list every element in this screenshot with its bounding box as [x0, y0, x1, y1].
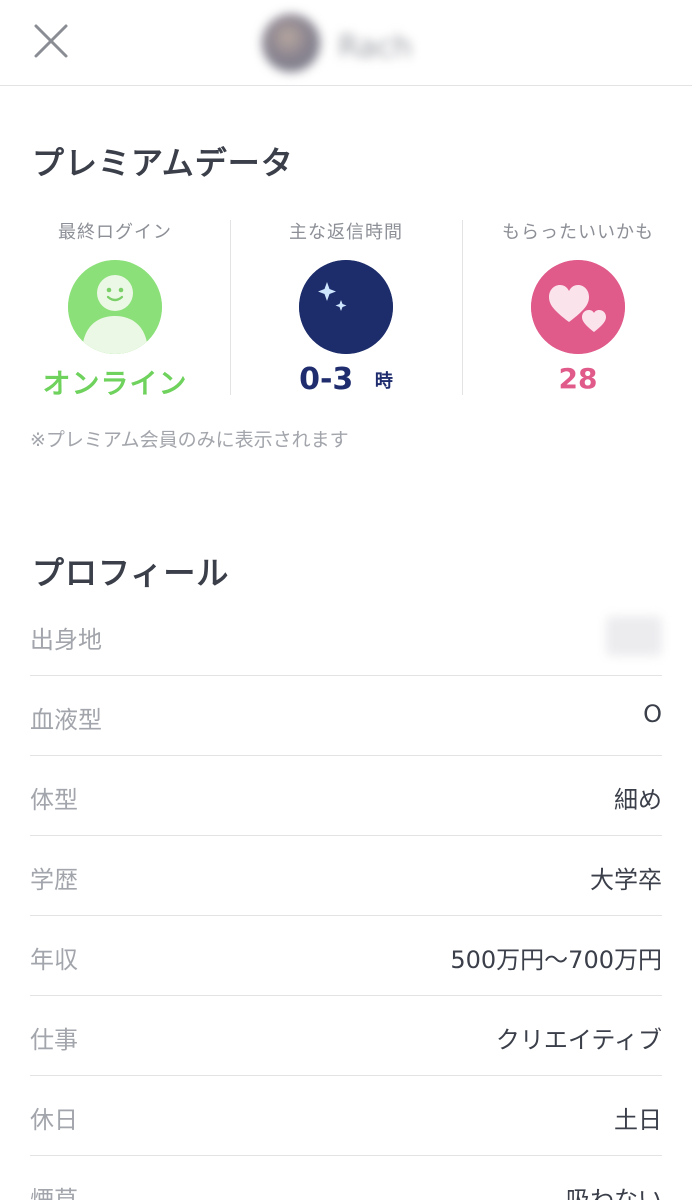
profile-row-occupation: 仕事 クリエイティブ [30, 996, 662, 1076]
close-icon [34, 24, 68, 58]
row-value: O [643, 700, 662, 728]
stat-value-online: オンライン [42, 367, 188, 400]
header-user[interactable]: Rach [262, 10, 430, 74]
stat-received-likes: もらったいいかも 28 [463, 210, 692, 400]
stat-label: もらったいいかも [502, 222, 654, 243]
row-label: 体型 [30, 786, 78, 814]
row-label: 血液型 [30, 706, 102, 734]
smiley-person-icon [68, 260, 162, 354]
row-label: 休日 [30, 1106, 78, 1134]
profile-row-hometown: 出身地 [30, 596, 662, 676]
row-value: 細め [614, 786, 662, 814]
stat-reply-time: 主な返信時間 0-3 時 [231, 210, 461, 400]
premium-note: ※プレミアム会員のみに表示されます [30, 429, 349, 451]
stat-last-login: 最終ログイン オンライン [0, 210, 230, 400]
profile-row-blood-type: 血液型 O [30, 676, 662, 756]
avatar[interactable] [262, 14, 320, 72]
row-value: 吸わない [566, 1186, 662, 1200]
row-value-hidden [606, 616, 662, 656]
row-label: 出身地 [30, 626, 102, 654]
profile-row-education: 学歴 大学卒 [30, 836, 662, 916]
stat-value-reply: 0-3 時 [231, 362, 461, 397]
top-bar: Rach [0, 0, 692, 86]
profile-section-title: プロフィール [32, 554, 230, 592]
row-label: 仕事 [30, 1026, 78, 1054]
hearts-icon [531, 260, 625, 354]
user-name: Rach [338, 30, 413, 65]
row-value: 土日 [614, 1106, 662, 1134]
row-label: 煙草 [30, 1186, 78, 1200]
premium-section-title: プレミアムデータ [32, 144, 294, 182]
close-button[interactable] [26, 20, 78, 66]
row-value: 大学卒 [590, 866, 662, 894]
stat-value-likes: 28 [558, 362, 598, 395]
row-label: 年収 [30, 946, 78, 974]
reply-hours: 0-3 [299, 362, 354, 397]
profile-list: 出身地 血液型 O 体型 細め 学歴 大学卒 年収 500万円〜700万円 仕事… [30, 596, 662, 1200]
profile-row-holiday: 休日 土日 [30, 1076, 662, 1156]
profile-row-body-type: 体型 細め [30, 756, 662, 836]
stat-label: 主な返信時間 [289, 222, 403, 243]
profile-row-smoking: 煙草 吸わない [30, 1156, 662, 1200]
reply-unit: 時 [374, 371, 393, 392]
row-value: クリエイティブ [495, 1026, 662, 1054]
row-value: 500万円〜700万円 [450, 946, 662, 974]
row-label: 学歴 [30, 866, 78, 894]
profile-row-income: 年収 500万円〜700万円 [30, 916, 662, 996]
moon-stars-icon [299, 260, 393, 354]
stat-label: 最終ログイン [58, 222, 172, 243]
premium-stats: 最終ログイン オンライン 主な返信時間 0-3 時 もらったいいかも 28 [0, 210, 692, 400]
